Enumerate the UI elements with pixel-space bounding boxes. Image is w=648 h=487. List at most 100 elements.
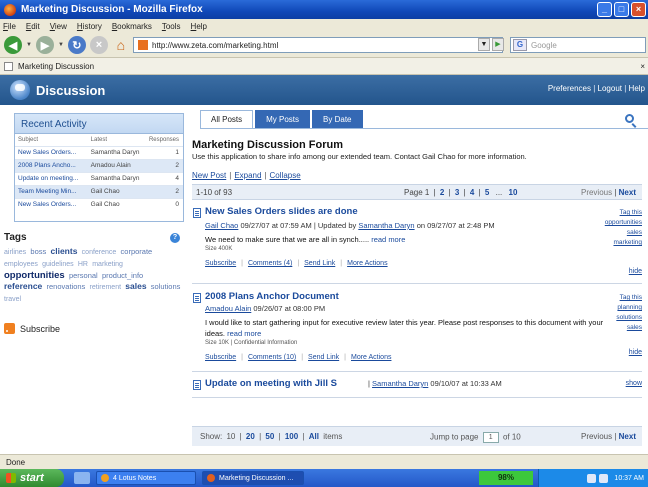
menu-edit[interactable]: Edit bbox=[26, 22, 40, 31]
back-arrow-icon[interactable]: ◀ bbox=[4, 36, 22, 54]
post-tag[interactable]: opportunities bbox=[605, 218, 642, 228]
preferences-link[interactable]: Preferences bbox=[548, 84, 591, 93]
subscribe-feed[interactable]: Subscribe bbox=[4, 323, 60, 334]
reload-icon[interactable]: ↻ bbox=[67, 36, 86, 54]
jump-page-input[interactable]: 1 bbox=[482, 432, 499, 443]
post-author[interactable]: Samantha Daryn bbox=[372, 379, 428, 388]
page-link-3[interactable]: 3 bbox=[455, 188, 459, 197]
hide-link[interactable]: hide bbox=[629, 349, 642, 356]
table-row[interactable]: New Sales Orders... Gail Chao 0 bbox=[15, 197, 183, 211]
comments-link[interactable]: Comments (10) bbox=[248, 354, 296, 361]
row-subject[interactable]: New Sales Orders... bbox=[15, 145, 88, 159]
taskbar-item-firefox[interactable]: Marketing Discussion ... bbox=[202, 471, 304, 485]
battery-indicator[interactable]: 98% bbox=[479, 471, 533, 485]
table-row[interactable]: New Sales Orders... Samantha Daryn 1 bbox=[15, 145, 183, 159]
search-box[interactable]: G Google bbox=[510, 37, 646, 53]
subscribe-label[interactable]: Subscribe bbox=[20, 324, 60, 334]
tag-conference[interactable]: conference bbox=[82, 249, 117, 256]
page-link-10[interactable]: 10 bbox=[509, 188, 518, 197]
stop-icon[interactable]: × bbox=[89, 36, 108, 54]
forward-dropdown-icon[interactable]: ▼ bbox=[58, 42, 64, 48]
menu-tools[interactable]: Tools bbox=[162, 22, 181, 31]
post-tag[interactable]: sales bbox=[605, 228, 642, 238]
tag-HR[interactable]: HR bbox=[78, 261, 88, 268]
network-icon[interactable] bbox=[587, 473, 597, 483]
tab-by-date[interactable]: By Date bbox=[312, 110, 363, 128]
taskbar-item-lotus-notes[interactable]: 4 Lotus Notes bbox=[96, 471, 196, 485]
minimize-icon[interactable]: _ bbox=[597, 2, 612, 17]
tag-sales[interactable]: sales bbox=[125, 281, 146, 291]
show-link[interactable]: show bbox=[626, 380, 642, 387]
tag-clients[interactable]: clients bbox=[51, 246, 78, 256]
table-row[interactable]: Update on meeting... Samantha Daryn 4 bbox=[15, 171, 183, 185]
tag-this-link[interactable]: Tag this bbox=[605, 208, 642, 218]
menu-history[interactable]: History bbox=[77, 22, 102, 31]
menu-view[interactable]: View bbox=[50, 22, 67, 31]
tag-travel[interactable]: travel bbox=[4, 296, 21, 303]
tag-solutions[interactable]: solutions bbox=[151, 282, 181, 291]
tag-this-link[interactable]: Tag this bbox=[616, 293, 642, 303]
row-subject[interactable]: 2008 Plans Ancho... bbox=[15, 158, 88, 172]
post-tag[interactable]: sales bbox=[616, 323, 642, 333]
menu-file[interactable]: File bbox=[3, 22, 16, 31]
quick-launch-icon[interactable] bbox=[74, 472, 90, 484]
post-tag[interactable]: marketing bbox=[605, 238, 642, 248]
show-option-100[interactable]: 100 bbox=[285, 432, 298, 441]
tag-guidelines[interactable]: guidelines bbox=[42, 261, 74, 268]
more-actions-link[interactable]: More Actions bbox=[351, 354, 391, 361]
read-more-link[interactable]: read more bbox=[371, 235, 405, 244]
post-tag[interactable]: planning bbox=[616, 303, 642, 313]
send-link[interactable]: Send Link bbox=[308, 354, 339, 361]
post-author[interactable]: Amadou Alain bbox=[205, 304, 251, 313]
tab-all-posts[interactable]: All Posts bbox=[200, 110, 254, 128]
tag-renovations[interactable]: renovations bbox=[47, 282, 86, 291]
page-link-5[interactable]: 5 bbox=[485, 188, 489, 197]
close-icon[interactable]: × bbox=[631, 2, 646, 17]
tag-boss[interactable]: boss bbox=[30, 247, 46, 256]
expand-link[interactable]: Expand bbox=[234, 171, 261, 180]
row-subject[interactable]: Team Meeting Min... bbox=[15, 184, 88, 198]
subscribe-link[interactable]: Subscribe bbox=[205, 354, 236, 361]
collapse-link[interactable]: Collapse bbox=[270, 171, 301, 180]
show-option-50[interactable]: 50 bbox=[265, 432, 274, 441]
post-updater[interactable]: Samantha Daryn bbox=[358, 221, 414, 230]
more-actions-link[interactable]: More Actions bbox=[347, 260, 387, 267]
subscribe-link[interactable]: Subscribe bbox=[205, 260, 236, 267]
address-dropdown-icon[interactable]: ▼ bbox=[478, 38, 490, 51]
post-author[interactable]: Gail Chao bbox=[205, 221, 238, 230]
footer-previous-link[interactable]: Previous bbox=[581, 432, 612, 441]
post-tag[interactable]: solutions bbox=[616, 313, 642, 323]
tag-airlines[interactable]: airlines bbox=[4, 249, 26, 256]
forward-arrow-icon[interactable]: ▶ bbox=[35, 36, 54, 54]
page-link-4[interactable]: 4 bbox=[470, 188, 474, 197]
post-title[interactable]: 2008 Plans Anchor Document bbox=[205, 291, 339, 302]
table-row[interactable]: 2008 Plans Ancho... Amadou Alain 2 bbox=[15, 158, 183, 172]
row-subject[interactable]: Update on meeting... bbox=[15, 171, 88, 185]
search-icon[interactable] bbox=[625, 114, 634, 123]
row-subject[interactable]: New Sales Orders... bbox=[15, 197, 88, 211]
next-link[interactable]: Next bbox=[619, 188, 636, 197]
tag-personal[interactable]: personal bbox=[69, 271, 98, 280]
menu-bookmarks[interactable]: Bookmarks bbox=[112, 22, 152, 31]
tab-my-posts[interactable]: My Posts bbox=[255, 110, 311, 128]
google-search-engine-icon[interactable]: G bbox=[513, 39, 527, 51]
new-post-link[interactable]: New Post bbox=[192, 171, 226, 180]
start-button[interactable]: start bbox=[0, 469, 64, 487]
show-option-all[interactable]: All bbox=[309, 432, 319, 441]
table-row[interactable]: Team Meeting Min... Gail Chao 2 bbox=[15, 184, 183, 198]
menu-help[interactable]: Help bbox=[191, 22, 207, 31]
tag-product-info[interactable]: product_info bbox=[102, 271, 143, 280]
send-link[interactable]: Send Link bbox=[304, 260, 335, 267]
tag-retirement[interactable]: retirement bbox=[90, 284, 122, 291]
browser-tab-label[interactable]: Marketing Discussion bbox=[18, 62, 94, 71]
home-icon[interactable]: ⌂ bbox=[112, 36, 130, 54]
help-link[interactable]: Help bbox=[629, 84, 645, 93]
previous-link[interactable]: Previous bbox=[581, 188, 612, 197]
go-arrow-icon[interactable]: ▶ bbox=[492, 38, 504, 51]
page-link-2[interactable]: 2 bbox=[440, 188, 444, 197]
footer-next-link[interactable]: Next bbox=[619, 432, 636, 441]
back-dropdown-icon[interactable]: ▼ bbox=[26, 42, 32, 48]
read-more-link[interactable]: read more bbox=[227, 329, 261, 338]
tag-employees[interactable]: employees bbox=[4, 261, 38, 268]
hide-link[interactable]: hide bbox=[629, 268, 642, 275]
